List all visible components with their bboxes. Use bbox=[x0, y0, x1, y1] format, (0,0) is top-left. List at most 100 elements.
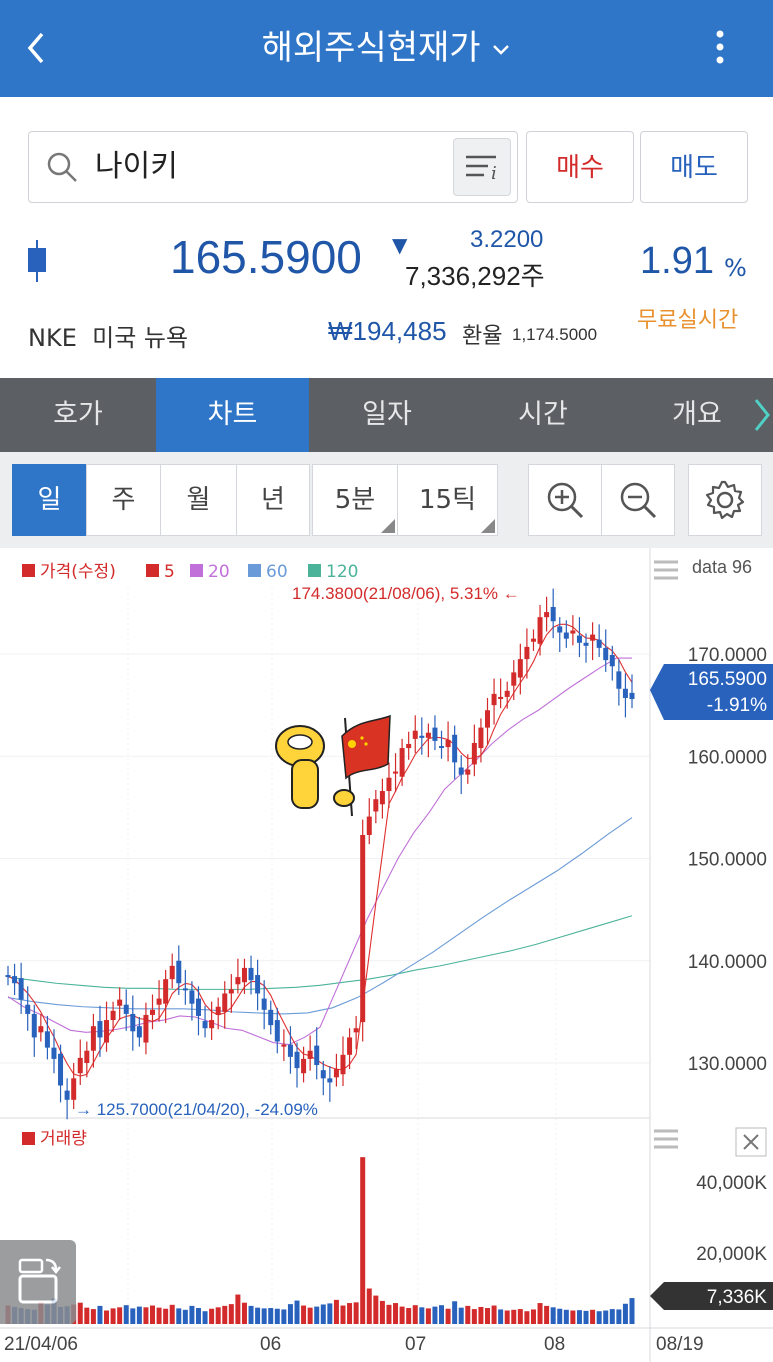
legend-swatch bbox=[308, 564, 321, 577]
candle bbox=[471, 742, 477, 765]
candle bbox=[12, 976, 18, 984]
realtime-badge: 무료실시간 bbox=[637, 308, 739, 333]
candle bbox=[31, 1013, 37, 1038]
candle bbox=[524, 646, 530, 660]
candle bbox=[498, 696, 504, 699]
volume-bar bbox=[609, 1309, 615, 1324]
rotate-screen-button[interactable] bbox=[0, 1240, 76, 1324]
marker-volume: 7,336K bbox=[707, 1287, 768, 1308]
price-chart[interactable]: 170.0000 160.0000 150.0000 140.0000 130.0000… bbox=[0, 548, 773, 1362]
volume-bar bbox=[287, 1304, 293, 1324]
candle bbox=[530, 638, 536, 642]
chevron-right-icon[interactable] bbox=[752, 396, 772, 434]
period-month-button[interactable]: 월 bbox=[160, 464, 237, 536]
volume-bar bbox=[110, 1308, 116, 1324]
candle bbox=[563, 632, 569, 639]
chart-settings-button[interactable] bbox=[688, 464, 762, 536]
candle bbox=[235, 977, 241, 985]
zoom-out-icon bbox=[620, 482, 657, 519]
volume-bar bbox=[478, 1306, 484, 1324]
candle bbox=[58, 1053, 64, 1086]
chevron-left-icon[interactable] bbox=[24, 28, 48, 68]
zoom-out-button[interactable] bbox=[601, 464, 675, 536]
tab-time[interactable]: 시간 bbox=[465, 378, 621, 452]
period-week-button[interactable]: 주 bbox=[86, 464, 161, 536]
candle bbox=[458, 767, 464, 775]
volume-bar bbox=[504, 1310, 510, 1324]
candle bbox=[393, 771, 399, 774]
volume-bar bbox=[150, 1305, 156, 1324]
volume-bar bbox=[465, 1305, 471, 1324]
candle bbox=[248, 967, 254, 981]
tab-overview[interactable]: 개요 bbox=[621, 378, 773, 452]
volume-bar bbox=[570, 1310, 576, 1324]
volume-bar bbox=[241, 1302, 247, 1324]
period-15tick-button[interactable]: 15틱 bbox=[397, 464, 498, 536]
stock-info-button[interactable]: i bbox=[453, 138, 511, 196]
candle bbox=[406, 743, 412, 749]
trade-volume: 7,336,292주 bbox=[405, 261, 545, 291]
tab-orderbook[interactable]: 호가 bbox=[0, 378, 156, 452]
buy-button[interactable]: 매수 bbox=[526, 131, 634, 203]
candle bbox=[255, 975, 261, 994]
candle bbox=[347, 1037, 353, 1055]
search-input[interactable]: 나이키 bbox=[95, 146, 178, 188]
candle bbox=[307, 1050, 313, 1059]
close-icon[interactable] bbox=[735, 1127, 767, 1157]
more-menu-button[interactable] bbox=[700, 22, 740, 72]
search-icon bbox=[47, 152, 77, 182]
candle bbox=[25, 1004, 31, 1014]
volume-bar bbox=[471, 1309, 477, 1324]
candle bbox=[90, 1026, 96, 1051]
legend-swatch bbox=[146, 564, 159, 577]
candle bbox=[432, 727, 438, 741]
zoom-in-button[interactable] bbox=[528, 464, 602, 536]
volume-bar bbox=[439, 1305, 445, 1324]
back-button[interactable] bbox=[24, 22, 64, 72]
volume-bar bbox=[550, 1307, 556, 1324]
volume-bar bbox=[176, 1308, 182, 1324]
candle bbox=[570, 630, 576, 634]
candle bbox=[465, 769, 471, 775]
volume-bar bbox=[202, 1311, 208, 1324]
change-percent: 1.91 bbox=[640, 240, 714, 282]
candle bbox=[360, 834, 366, 1023]
volume-bar bbox=[163, 1308, 169, 1324]
legend-ma60: 60 bbox=[266, 562, 288, 582]
volume-bar bbox=[195, 1308, 201, 1324]
svg-text:i: i bbox=[491, 163, 497, 184]
sell-button[interactable]: 매도 bbox=[640, 131, 748, 203]
legend-swatch bbox=[190, 564, 203, 577]
volume-bar bbox=[156, 1307, 162, 1324]
volume-bar bbox=[386, 1304, 392, 1324]
candle bbox=[583, 642, 589, 646]
period-5min-button[interactable]: 5분 bbox=[312, 464, 398, 536]
candle bbox=[622, 688, 628, 698]
volume-bar bbox=[327, 1303, 333, 1324]
period-year-button[interactable]: 년 bbox=[236, 464, 310, 536]
more-vertical-icon[interactable] bbox=[715, 30, 725, 64]
legend-ma5: 5 bbox=[164, 562, 175, 582]
candle bbox=[537, 617, 543, 644]
candle bbox=[550, 606, 556, 622]
candle bbox=[222, 993, 228, 1012]
krw-price: ₩194,485 bbox=[328, 316, 447, 346]
tab-daily[interactable]: 일자 bbox=[309, 378, 465, 452]
tab-chart[interactable]: 차트 bbox=[156, 378, 309, 452]
period-day-button[interactable]: 일 bbox=[12, 464, 87, 536]
volume-bar bbox=[97, 1305, 103, 1324]
volume-bar bbox=[136, 1306, 142, 1324]
stock-search-field[interactable]: 나이키 i bbox=[28, 131, 518, 203]
volume-bar bbox=[360, 1157, 366, 1324]
volume-bar bbox=[320, 1304, 326, 1324]
candle bbox=[110, 1010, 116, 1021]
fx-label: 환율 bbox=[462, 324, 503, 349]
y-tick-label: 150.0000 bbox=[688, 850, 767, 871]
volume-bar bbox=[294, 1300, 300, 1324]
candle bbox=[412, 730, 418, 739]
candle bbox=[202, 1021, 208, 1029]
chevron-down-icon[interactable] bbox=[491, 43, 511, 57]
page-title[interactable]: 해외주식현재가 bbox=[0, 0, 773, 97]
volume-bar bbox=[596, 1311, 602, 1324]
min-annotation: → 125.7000(21/04/20), -24.09% bbox=[75, 1100, 318, 1119]
